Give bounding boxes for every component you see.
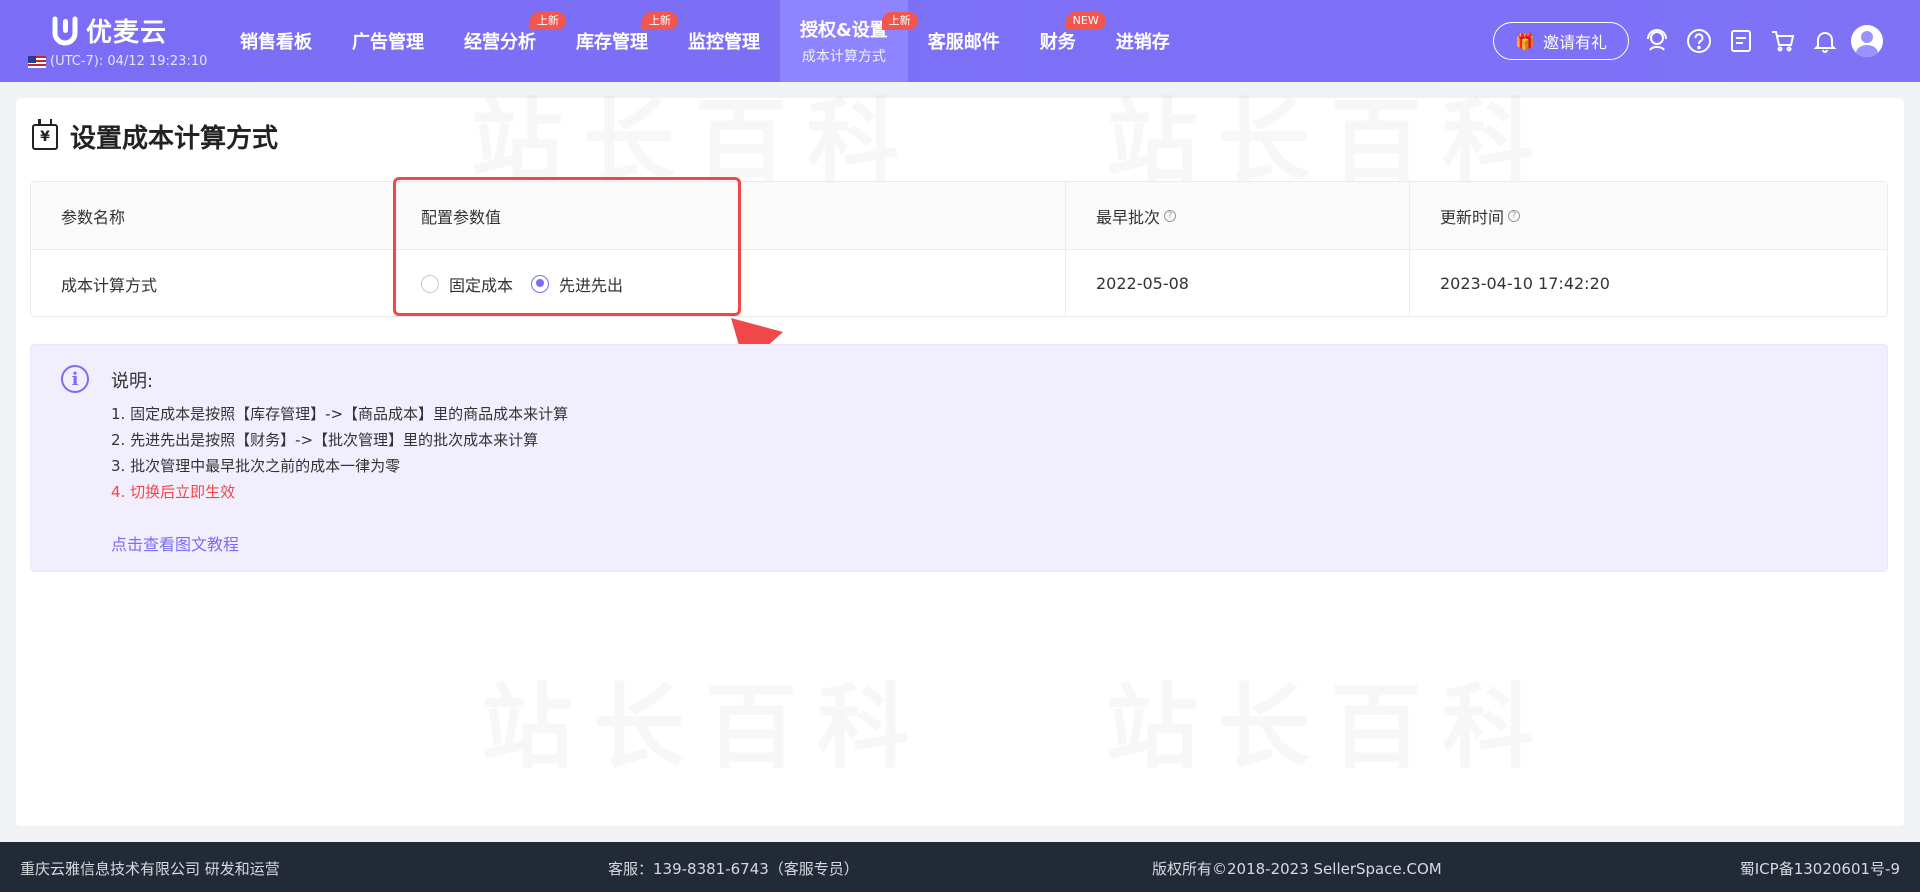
top-navigation-bar: 优麦云 (UTC-7): 04/12 19:23:10 销售看板 广告管理 经营… (0, 0, 1920, 82)
nav-inventory-management[interactable]: 库存管理 上新 (556, 0, 678, 82)
table-header: 参数名称 配置参数值 最早批次 ? 更新时间 ? (31, 182, 1887, 250)
nav-label: 监控管理 (688, 32, 760, 53)
info-title: 说明: (111, 371, 154, 392)
header-text: 更新时间 (1440, 207, 1505, 227)
page-title-text: 设置成本计算方式 (70, 124, 279, 154)
main-nav: 销售看板 广告管理 经营分析 上新 库存管理 上新 监控管理 授权&设置 成本计… (220, 0, 1190, 82)
nav-label: 授权&设置 (800, 20, 888, 41)
nav-label: 库存管理 (576, 32, 648, 53)
nav-business-analysis[interactable]: 经营分析 上新 (444, 0, 566, 82)
nav-ad-management[interactable]: 广告管理 (332, 0, 444, 82)
param-name-cell: 成本计算方式 (31, 250, 391, 317)
watermark: 站长百科 (481, 674, 930, 781)
page-title: ¥ 设置成本计算方式 (32, 118, 278, 155)
logo-icon (52, 16, 78, 45)
nav-auth-settings[interactable]: 授权&设置 成本计算方式 上新 (780, 0, 918, 82)
brand-name: 优麦云 (86, 18, 168, 48)
updated-at-value: 2023-04-10 17:42:20 (1440, 274, 1610, 293)
info-panel: i 说明: 1. 固定成本是按照【库存管理】->【商品成本】里的商品成本来计算 … (30, 344, 1888, 572)
nav-purchase-sales-stock[interactable]: 进销存 (1096, 0, 1190, 82)
info-line: 1. 固定成本是按照【库存管理】->【商品成本】里的商品成本来计算 (111, 405, 569, 423)
header-config-value: 配置参数值 (391, 182, 1065, 249)
gift-icon: 🎁 (1515, 31, 1535, 51)
bell-icon[interactable] (1808, 24, 1842, 58)
watermark: 站长百科 (1106, 674, 1555, 781)
footer-company: 重庆云雅信息技术有限公司 研发和运营 (20, 860, 280, 878)
cart-icon[interactable] (1766, 24, 1800, 58)
footer-icp[interactable]: 蜀ICP备13020601号-9 (1740, 858, 1900, 879)
header-text: 配置参数值 (421, 207, 502, 227)
nav-monitoring[interactable]: 监控管理 (668, 0, 780, 82)
header-icons (1640, 24, 1892, 58)
param-name: 成本计算方式 (61, 275, 158, 295)
header-text: 最早批次 (1096, 207, 1161, 227)
footer: 重庆云雅信息技术有限公司 研发和运营 客服：139-8381-6743（客服专员… (0, 842, 1920, 892)
nav-label: 广告管理 (352, 32, 424, 53)
header-text: 参数名称 (61, 207, 126, 227)
nav-sales-dashboard[interactable]: 销售看板 (220, 0, 332, 82)
info-line: 3. 批次管理中最早批次之前的成本一律为零 (111, 457, 401, 475)
info-icon: i (61, 365, 89, 393)
nav-sub-label: 成本计算方式 (801, 49, 886, 65)
radio-label: 固定成本 (449, 275, 514, 295)
clock-text: (UTC-7): 04/12 19:23:10 (50, 54, 208, 69)
nav-label: 进销存 (1115, 32, 1170, 53)
footer-copyright: 版权所有©2018-2023 SellerSpace.COM (1152, 860, 1442, 878)
earliest-batch-value: 2022-05-08 (1096, 274, 1189, 293)
info-line-warning: 4. 切换后立即生效 (111, 483, 236, 501)
radio-label: 先进先出 (559, 275, 624, 295)
invite-button[interactable]: 🎁 邀请有礼 (1493, 22, 1629, 60)
info-line: 2. 先进先出是按照【财务】->【批次管理】里的批次成本来计算 (111, 431, 539, 449)
question-icon[interactable]: ? (1508, 209, 1521, 222)
footer-service: 客服：139-8381-6743（客服专员） (608, 860, 859, 878)
nav-customer-email[interactable]: 客服邮件 (908, 0, 1020, 82)
updated-at-cell: 2023-04-10 17:42:20 (1409, 250, 1887, 317)
us-flag-icon (28, 55, 46, 68)
nav-label: 销售看板 (240, 32, 312, 53)
main-card: 站长百科 站长百科 站长百科 站长百科 站长百科 ¥ 设置成本计算方式 参数名称… (16, 89, 1904, 826)
header-earliest-batch: 最早批次 ? (1065, 182, 1409, 249)
invite-label: 邀请有礼 (1542, 33, 1607, 52)
config-value-cell: 固定成本 先进先出 (391, 250, 1065, 317)
brand-logo[interactable]: 优麦云 (52, 12, 167, 49)
nav-finance[interactable]: 财务 NEW (1020, 0, 1106, 82)
header-param-name: 参数名称 (31, 182, 391, 249)
radio-fixed-cost[interactable]: 固定成本 (421, 272, 513, 296)
support-icon[interactable] (1640, 24, 1674, 58)
timezone-clock: (UTC-7): 04/12 19:23:10 (28, 54, 207, 69)
user-avatar[interactable] (1850, 24, 1884, 58)
avatar-icon (1851, 25, 1883, 57)
nav-label: 客服邮件 (927, 32, 1000, 53)
calendar-yen-icon: ¥ (32, 118, 58, 150)
radio-circle[interactable] (421, 274, 439, 293)
nav-label: 财务 (1039, 32, 1076, 53)
earliest-batch-cell: 2022-05-08 (1065, 250, 1409, 317)
radio-fifo[interactable]: 先进先出 (531, 272, 623, 296)
help-icon[interactable] (1682, 24, 1716, 58)
nav-label: 经营分析 (464, 32, 536, 53)
feedback-icon[interactable] (1724, 24, 1758, 58)
question-icon[interactable]: ? (1164, 209, 1177, 222)
info-lines: 1. 固定成本是按照【库存管理】->【商品成本】里的商品成本来计算 2. 先进先… (111, 401, 568, 505)
tutorial-link[interactable]: 点击查看图文教程 (111, 531, 239, 555)
header-updated-at: 更新时间 ? (1409, 182, 1887, 249)
table-row: 成本计算方式 固定成本 先进先出 2022-05-08 2023-04-10 1… (31, 250, 1887, 317)
radio-circle[interactable] (531, 274, 550, 293)
settings-table: 参数名称 配置参数值 最早批次 ? 更新时间 ? 成本计算方式 固定成本 先进先… (30, 181, 1888, 317)
